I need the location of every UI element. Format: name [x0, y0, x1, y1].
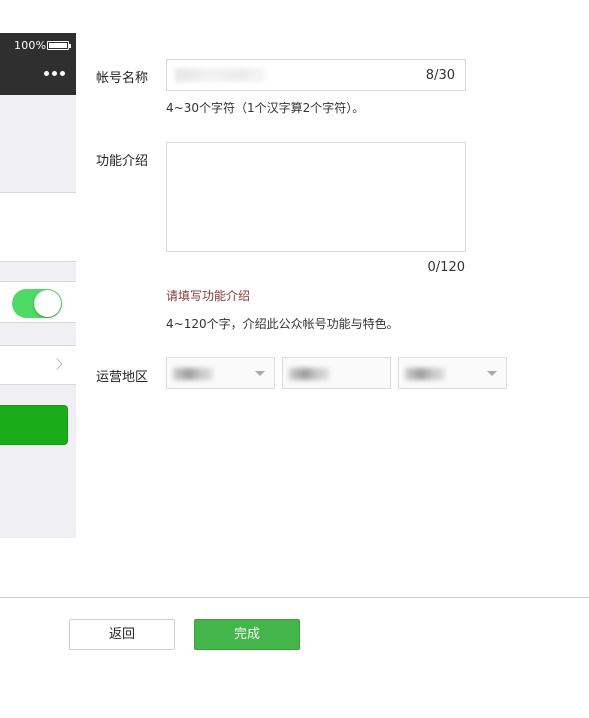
account-name-label: 帐号名称	[96, 71, 149, 86]
region-select-province[interactable]	[282, 357, 391, 389]
account-name-value	[175, 68, 265, 82]
intro-label: 功能介绍	[96, 154, 149, 169]
region-label: 运营地区	[96, 370, 149, 385]
toggle-knob	[34, 290, 61, 317]
intro-error-message: 请填写功能介绍	[166, 289, 251, 303]
preview-spacer	[0, 261, 76, 281]
battery-icon	[47, 41, 71, 50]
region-select-city[interactable]	[398, 357, 507, 389]
preview-section	[0, 193, 76, 261]
toggle-switch[interactable]	[12, 289, 62, 318]
intro-textarea[interactable]	[166, 142, 466, 252]
intro-counter: 0/120	[427, 260, 465, 275]
preview-green-button[interactable]	[0, 405, 68, 445]
phone-status-bar: 100%	[0, 33, 76, 95]
caret-down-icon	[487, 371, 497, 376]
caret-down-icon	[255, 371, 265, 376]
region-selected-value	[289, 368, 329, 380]
region-selected-value	[173, 368, 213, 380]
account-name-counter: 8/30	[425, 68, 455, 83]
page: 100% 帐号名称 8/30 4~30个字符（1个汉字算2个字符）。 功能介绍 …	[0, 0, 589, 718]
battery-percentage: 100%	[14, 39, 47, 52]
footer-divider	[0, 597, 589, 598]
preview-nav-row	[0, 345, 76, 385]
phone-preview: 100%	[0, 33, 76, 538]
preview-section	[0, 95, 76, 193]
region-select-country[interactable]	[166, 357, 275, 389]
region-selected-value	[405, 368, 445, 380]
done-button[interactable]: 完成	[194, 619, 300, 650]
account-name-input[interactable]: 8/30	[166, 59, 466, 91]
preview-spacer	[0, 323, 76, 345]
back-button[interactable]: 返回	[69, 619, 175, 650]
more-icon[interactable]	[44, 70, 68, 78]
intro-hint: 4~120个字，介绍此公众帐号功能与特色。	[166, 317, 399, 331]
account-name-hint: 4~30个字符（1个汉字算2个字符）。	[166, 101, 365, 115]
